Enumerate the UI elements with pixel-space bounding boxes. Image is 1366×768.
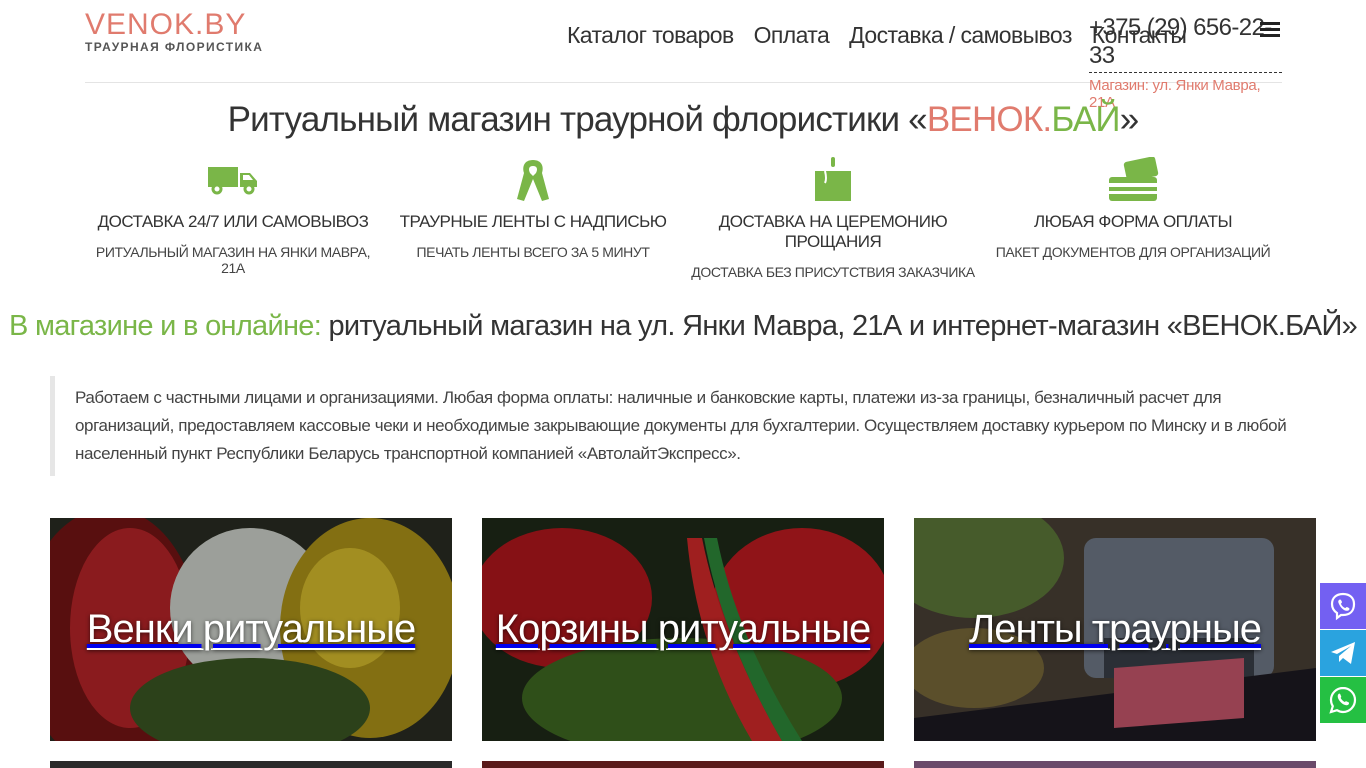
feature-payment: ЛЮБАЯ ФОРМА ОПЛАТЫ ПАКЕТ ДОКУМЕНТОВ ДЛЯ … bbox=[983, 150, 1283, 280]
feature-subtitle: РИТУАЛЬНЫЙ МАГАЗИН НА ЯНКИ МАВРА, 21А bbox=[95, 244, 371, 276]
contact-block: +375 (29) 656-22-33 Магазин: ул. Янки Ма… bbox=[1089, 14, 1282, 111]
candle-icon bbox=[683, 150, 983, 210]
telegram-icon bbox=[1331, 642, 1355, 664]
category-card-wreaths[interactable]: Венки ритуальные bbox=[50, 518, 452, 741]
site-header: VENOK.BY ТРАУРНАЯ ФЛОРИСТИКА Каталог тов… bbox=[85, 0, 1282, 111]
feature-subtitle: ДОСТАВКА БЕЗ ПРИСУТСТВИЯ ЗАКАЗЧИКА bbox=[691, 264, 975, 280]
section-rest: ритуальный магазин на ул. Янки Мавра, 21… bbox=[321, 310, 1358, 342]
logo-title: VENOK.BY bbox=[85, 8, 247, 41]
title-brand-green: БАЙ bbox=[1051, 100, 1120, 139]
nav-payment[interactable]: Оплата bbox=[754, 22, 830, 49]
section-title: В магазине и в онлайне: ритуальный магаз… bbox=[0, 310, 1366, 343]
hamburger-menu-icon[interactable] bbox=[1260, 22, 1280, 38]
cards-payment-icon bbox=[983, 150, 1283, 210]
features-row: ДОСТАВКА 24/7 ИЛИ САМОВЫВОЗ РИТУАЛЬНЫЙ М… bbox=[83, 150, 1283, 280]
feature-ceremony: ДОСТАВКА НА ЦЕРЕМОНИЮ ПРОЩАНИЯ ДОСТАВКА … bbox=[683, 150, 983, 280]
whatsapp-icon bbox=[1329, 686, 1357, 714]
nav-catalog[interactable]: Каталог товаров bbox=[567, 22, 734, 49]
category-card-partial bbox=[914, 761, 1316, 768]
phone-link[interactable]: +375 (29) 656-22-33 bbox=[1089, 14, 1282, 73]
section-accent: В магазине и в онлайне: bbox=[8, 310, 322, 342]
viber-button[interactable] bbox=[1320, 583, 1366, 629]
feature-title: ЛЮБАЯ ФОРМА ОПЛАТЫ bbox=[1033, 212, 1233, 231]
category-label: Ленты траурные bbox=[968, 607, 1262, 651]
title-brand-red: ВЕНОК. bbox=[926, 100, 1052, 139]
info-blockquote: Работаем с частными лицами и организация… bbox=[50, 376, 1300, 476]
category-card-ribbons[interactable]: Ленты траурные bbox=[914, 518, 1316, 741]
feature-title: ТРАУРНЫЕ ЛЕНТЫ С НАДПИСЬЮ bbox=[399, 212, 667, 231]
category-card-partial bbox=[482, 761, 884, 768]
viber-icon bbox=[1330, 592, 1356, 621]
feature-subtitle: ПЕЧАТЬ ЛЕНТЫ ВСЕГО ЗА 5 МИНУТ bbox=[416, 244, 650, 260]
category-card-partial bbox=[50, 761, 452, 768]
feature-ribbons: ТРАУРНЫЕ ЛЕНТЫ С НАДПИСЬЮ ПЕЧАТЬ ЛЕНТЫ В… bbox=[383, 150, 683, 280]
feature-title: ДОСТАВКА НА ЦЕРЕМОНИЮ ПРОЩАНИЯ bbox=[718, 212, 948, 251]
delivery-truck-icon bbox=[83, 150, 383, 210]
whatsapp-button[interactable] bbox=[1320, 677, 1366, 723]
telegram-button[interactable] bbox=[1320, 630, 1366, 676]
ribbon-icon bbox=[383, 150, 683, 210]
category-label: Венки ритуальные bbox=[86, 607, 416, 651]
title-text: Ритуальный магазин траурной флористики « bbox=[227, 100, 928, 139]
page-title: Ритуальный магазин траурной флористики «… bbox=[0, 100, 1366, 140]
site-logo[interactable]: VENOK.BY ТРАУРНАЯ ФЛОРИСТИКА bbox=[85, 8, 264, 55]
title-quote-close: » bbox=[1119, 100, 1139, 139]
feature-title: ДОСТАВКА 24/7 ИЛИ САМОВЫВОЗ bbox=[97, 212, 369, 231]
logo-subtitle: ТРАУРНАЯ ФЛОРИСТИКА bbox=[85, 40, 264, 54]
category-card-baskets[interactable]: Корзины ритуальные bbox=[482, 518, 884, 741]
category-label: Корзины ритуальные bbox=[495, 607, 871, 651]
nav-delivery[interactable]: Доставка / самовывоз bbox=[849, 22, 1072, 49]
feature-subtitle: ПАКЕТ ДОКУМЕНТОВ ДЛЯ ОРГАНИЗАЦИЙ bbox=[995, 244, 1271, 260]
feature-delivery: ДОСТАВКА 24/7 ИЛИ САМОВЫВОЗ РИТУАЛЬНЫЙ М… bbox=[83, 150, 383, 280]
